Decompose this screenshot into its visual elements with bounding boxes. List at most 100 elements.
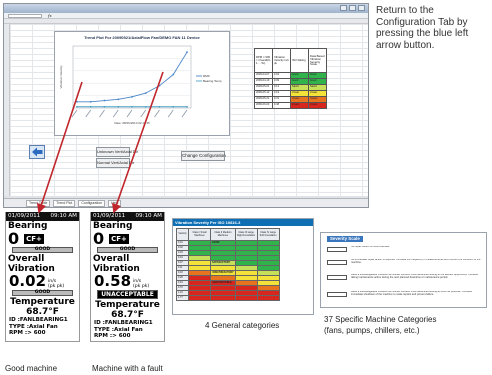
severity-description: No immediate repair action is required. … (351, 259, 481, 264)
severity-scale-panel: Severity Scale No repair action is recom… (320, 232, 487, 308)
severity-row: No immediate repair action is required. … (327, 259, 482, 267)
name-box[interactable] (8, 14, 42, 18)
severity-cell (210, 295, 236, 301)
overall-vibration-value: 0.02 (9, 272, 47, 290)
caption-good-machine: Good machine (5, 364, 58, 373)
table-header-cell: Class I Small Machines (188, 228, 211, 241)
table-header-cell: Data Based Vibration Severity Scale (308, 48, 327, 73)
temperature-label: Temperature (10, 297, 75, 307)
x-tick-label (85, 109, 92, 118)
device-header: 01/09/2011 09:10 AM (91, 212, 164, 221)
severity-swatch (327, 260, 347, 265)
bearing-value: 0 (8, 229, 20, 248)
overall-vibration-row: 0.58 in/s (pk pk) (91, 272, 164, 290)
caption-specific-examples: (fans, pumps, chillers, etc.) (324, 326, 420, 335)
severity-row: No repair action is recommended. (327, 246, 482, 254)
x-tick-label (71, 109, 78, 118)
data-point (172, 105, 175, 108)
tab-configuration[interactable]: Configuration (78, 199, 106, 207)
overall-vibration-value: 0.58 (94, 272, 132, 290)
velocity-cell: 1.77 (176, 295, 189, 301)
table-row: 1.77 (176, 295, 280, 301)
severity-cell (256, 295, 280, 301)
legend-label: RMS (203, 74, 210, 78)
device-time: 09:10 AM (50, 213, 77, 219)
temperature-value: 68.7°F (111, 310, 144, 320)
vibration-units: in/s (pk pk) (48, 279, 64, 289)
sheet-tabs: Trend Table Trend Plot Configuration Hel… (4, 198, 368, 207)
tab-trend-table[interactable]: Trend Table (26, 199, 51, 207)
trend-chart[interactable]: RMS Bearing Temp Date: 08/26/2010 02:11:45… (54, 31, 230, 136)
data-point (144, 105, 147, 108)
trend-chart-svg: RMSBearing Temp Date: 08/26/2010 02:11:45… (59, 45, 222, 125)
table-row: 2009-06-03 0.48 Unacc. Unacc. (254, 102, 327, 109)
severity-swatch (327, 292, 347, 297)
chart-title: Trend Plot For 20090521/AxialFlow Fan/DE… (84, 35, 200, 40)
bearing-status: GOOD (97, 247, 158, 253)
severity-description: Have a knowledgeable vibration technicia… (351, 274, 479, 279)
caption-machine-with-fault: Machine with a fault (92, 364, 163, 373)
severity-panel-title: Severity Scale (327, 236, 363, 242)
severity-cell (188, 295, 211, 301)
severity-description: Have a knowledgeable vibration technicia… (351, 291, 473, 296)
back-arrow-icon[interactable] (29, 145, 45, 159)
table-cell: Unacc. (308, 102, 327, 109)
overall-vibration-label: Overall Vibration (8, 254, 55, 274)
maximize-button[interactable] (349, 5, 356, 11)
iso-severity-grid: Velocity Class I Small Machines Class II… (176, 228, 280, 301)
caption-general-categories: 4 General categories (205, 321, 280, 330)
units-line: (pk pk) (133, 284, 150, 289)
severity-description: No repair action is recommended. (351, 246, 390, 248)
device-date: 01/09/2011 (93, 213, 126, 219)
bearing-grade-badge: CF+ (24, 233, 44, 244)
unknown-vert-axial-button[interactable]: Unknown Vert/Axial Dir (96, 147, 138, 157)
table-cell: Unacc. (290, 102, 309, 109)
normal-vert-axial-button[interactable]: Normal Vert/Axial Dir (96, 158, 134, 168)
tab-help[interactable]: Help (108, 199, 122, 207)
plot-area (72, 45, 192, 109)
close-button[interactable] (358, 5, 365, 11)
table-header-cell: Vibration Velocity in/s pk (272, 48, 291, 73)
data-point (103, 105, 106, 108)
x-tick-label (99, 109, 105, 118)
table-header-cell: Class III Large Rigid Foundation (234, 228, 258, 241)
table-header-cell: Velocity (176, 228, 189, 241)
device-rpm: RPM :> 600 (94, 333, 131, 339)
severity-swatch (327, 275, 347, 280)
table-header-cell: Class II Medium Machines (210, 228, 236, 241)
severity-cell (234, 295, 258, 301)
window-controls (340, 5, 365, 11)
table-header-cell: ISO Rating (290, 48, 309, 73)
spreadsheet-window: fx RMS Bearing Temp Date: 08/26/2010 02:11… (3, 3, 369, 208)
change-configuration-button[interactable]: Change Configuration (181, 151, 226, 161)
instruction-text: Return to the Configuration Tab by press… (376, 5, 469, 51)
device-time: 09:10 AM (135, 213, 162, 219)
vibration-units: in/s (pk pk) (133, 279, 149, 289)
bearing-row: 0 CF+ (91, 231, 164, 247)
data-point (158, 105, 161, 108)
data-point (89, 105, 92, 108)
units-line: (pk pk) (48, 284, 65, 289)
bearing-status: GOOD (12, 247, 73, 253)
table-header-cell: Class IV Large Soft Foundation (256, 228, 280, 241)
overall-vibration-row: 0.02 in/s (pk pk) (6, 272, 79, 290)
window-titlebar (4, 4, 368, 13)
severity-row: Have a knowledgeable vibration technicia… (327, 274, 482, 282)
severity-swatch (327, 247, 347, 252)
x-tick-label (181, 109, 188, 118)
data-point (117, 98, 120, 101)
severity-row: Have a knowledgeable vibration technicia… (327, 291, 482, 299)
data-point (144, 92, 147, 95)
x-tick-label (140, 109, 147, 118)
legend-label: Bearing Temp (203, 79, 222, 83)
temperature-value: 68.7°F (26, 307, 59, 317)
x-tick-label (154, 109, 160, 118)
y-axis-label: Vibration Velocity (59, 65, 63, 88)
tab-trend-plot[interactable]: Trend Plot (53, 199, 76, 207)
data-point (186, 105, 188, 108)
caption-specific-categories: 37 Specific Machine Categories (324, 315, 437, 324)
minimize-button[interactable] (340, 5, 347, 11)
general-table-title: Vibration Severity Per ISO 10816-3 (173, 219, 313, 226)
table-header-row: Velocity Class I Small Machines Class II… (176, 228, 280, 241)
handheld-screen-good: 01/09/2011 09:10 AM Bearing 0 CF+ GOOD O… (5, 212, 80, 342)
